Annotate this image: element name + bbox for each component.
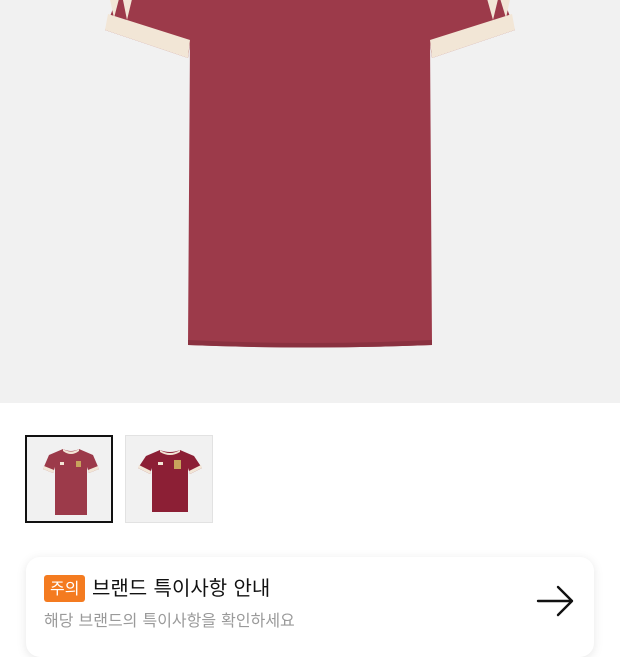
thumbnail-back[interactable] [125,435,213,523]
arrow-right-icon[interactable] [536,583,576,619]
notice-subtitle: 해당 브랜드의 특이사항을 확인하세요 [44,611,295,630]
shirt-image [105,0,515,348]
caution-badge: 주의 [44,575,86,602]
thumbnail-strip [25,435,213,523]
thumbnail-back-image [138,450,202,512]
product-main-image[interactable] [0,0,620,403]
notice-title: 브랜드 특이사항 안내 [92,576,271,600]
thumbnail-front[interactable] [25,435,113,523]
brand-notice-card[interactable]: 주의 브랜드 특이사항 안내 해당 브랜드의 특이사항을 확인하세요 [26,557,594,657]
thumbnail-front-image [43,449,99,515]
